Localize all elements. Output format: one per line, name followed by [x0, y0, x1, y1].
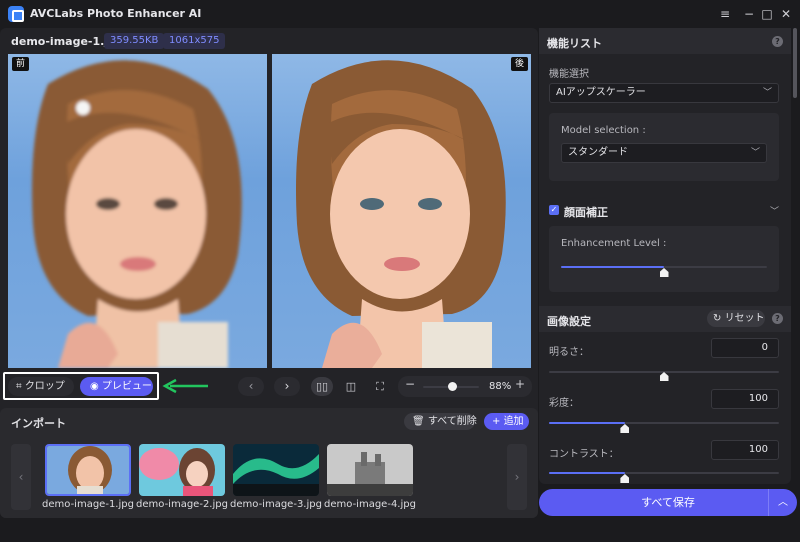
- model-selection-label: Model selection :: [561, 125, 646, 136]
- chevron-up-icon[interactable]: ︿: [768, 489, 797, 516]
- face-correction-label: 顔面補正: [564, 206, 608, 219]
- face-correction-checkbox[interactable]: ✓: [549, 205, 559, 215]
- zoom-slider-thumb[interactable]: [447, 382, 457, 391]
- portrait-after: [296, 60, 506, 368]
- zoom-in-icon[interactable]: +: [515, 377, 525, 391]
- saturation-slider-fill: [549, 422, 625, 424]
- delete-all-label: すべて削除: [427, 416, 477, 427]
- thumbnail-portrait-image: [47, 446, 129, 494]
- menu-icon[interactable]: ≡: [716, 5, 734, 23]
- contrast-label: コントラスト：: [549, 449, 619, 460]
- green-arrow-icon: [162, 378, 208, 394]
- app-logo-icon: [8, 6, 24, 22]
- file-size-badge: 359.55KB: [104, 33, 165, 49]
- zoom-level: 88%: [489, 381, 512, 392]
- contrast-input[interactable]: 100: [711, 440, 779, 460]
- file-dimensions-badge: 1061x575: [163, 33, 226, 49]
- settings-scrollbar[interactable]: [793, 28, 797, 484]
- feature-select-label: 機能選択: [549, 69, 589, 80]
- after-label: 後: [511, 57, 529, 71]
- plus-icon: +: [492, 416, 504, 427]
- slider-compare-icon[interactable]: ◫: [340, 377, 362, 396]
- feature-select-value: AIアップスケーラー: [556, 87, 646, 98]
- enhancement-box: [549, 226, 779, 292]
- before-label: 前: [12, 57, 30, 71]
- thumbnail-aurora-image: [233, 444, 319, 496]
- chevron-down-icon: ﹀: [762, 88, 772, 98]
- split-view-icon[interactable]: ▯▯: [311, 377, 333, 396]
- zoom-out-icon[interactable]: −: [405, 377, 415, 391]
- add-button[interactable]: + 追加: [484, 413, 529, 430]
- minimize-icon[interactable]: −: [740, 5, 758, 23]
- brightness-label: 明るさ：: [549, 347, 589, 358]
- fit-screen-icon[interactable]: ⛶: [369, 377, 391, 396]
- thumbnail-anime-image: [139, 444, 225, 496]
- contrast-slider-fill: [549, 472, 625, 474]
- scrollbar-thumb[interactable]: [793, 28, 797, 98]
- feature-list-title: 機能リスト: [547, 37, 602, 50]
- next-image-button[interactable]: ›: [274, 377, 300, 396]
- highlight-annotation-box: [3, 372, 159, 400]
- enhancement-slider-fill: [561, 266, 664, 268]
- thumbnail-castle-image: [327, 444, 413, 496]
- close-icon[interactable]: ✕: [777, 5, 795, 23]
- thumbnail-label: demo-image-3.jpg: [230, 499, 322, 510]
- help-icon[interactable]: ?: [772, 36, 783, 47]
- portrait-before: [32, 60, 242, 368]
- reset-label: リセット: [724, 313, 765, 324]
- app-title: AVCLabs Photo Enhancer AI: [30, 7, 202, 20]
- thumbnail-label: demo-image-2.jpg: [136, 499, 228, 510]
- help-icon[interactable]: ?: [772, 313, 783, 324]
- thumbnail-demo-image-2[interactable]: [139, 444, 225, 496]
- import-title: インポート: [11, 417, 66, 430]
- trash-icon: 🗑: [412, 416, 428, 427]
- previous-image-button[interactable]: ‹: [238, 377, 264, 396]
- refresh-icon: ↻: [713, 313, 725, 324]
- image-settings-title: 画像設定: [547, 315, 591, 328]
- save-all-button[interactable]: すべて保存: [539, 489, 797, 516]
- before-image: [8, 54, 267, 368]
- feature-select[interactable]: AIアップスケーラー ﹀: [549, 83, 779, 103]
- thumbnails-scroll-right[interactable]: ›: [507, 444, 527, 510]
- chevron-down-icon[interactable]: ﹀: [770, 204, 779, 217]
- saturation-label: 彩度：: [549, 398, 579, 409]
- thumbnail-label: demo-image-4.jpg: [324, 499, 416, 510]
- after-image: [272, 54, 531, 368]
- saturation-input[interactable]: 100: [711, 389, 779, 409]
- thumbnail-demo-image-1[interactable]: [45, 444, 131, 496]
- reset-button[interactable]: ↻ リセット: [707, 310, 765, 327]
- maximize-icon[interactable]: □: [758, 5, 776, 23]
- add-label: 追加: [503, 416, 524, 427]
- brightness-input[interactable]: 0: [711, 338, 779, 358]
- delete-all-button[interactable]: 🗑 すべて削除: [404, 413, 477, 430]
- thumbnail-demo-image-3[interactable]: [233, 444, 319, 496]
- thumbnail-demo-image-4[interactable]: [327, 444, 413, 496]
- model-select[interactable]: スタンダード ﹀: [561, 143, 767, 163]
- thumbnails-scroll-left[interactable]: ‹: [11, 444, 31, 510]
- model-select-value: スタンダード: [568, 147, 628, 158]
- chevron-down-icon: ﹀: [750, 148, 760, 158]
- enhancement-level-label: Enhancement Level :: [561, 238, 667, 249]
- thumbnail-label: demo-image-1.jpg: [42, 499, 134, 510]
